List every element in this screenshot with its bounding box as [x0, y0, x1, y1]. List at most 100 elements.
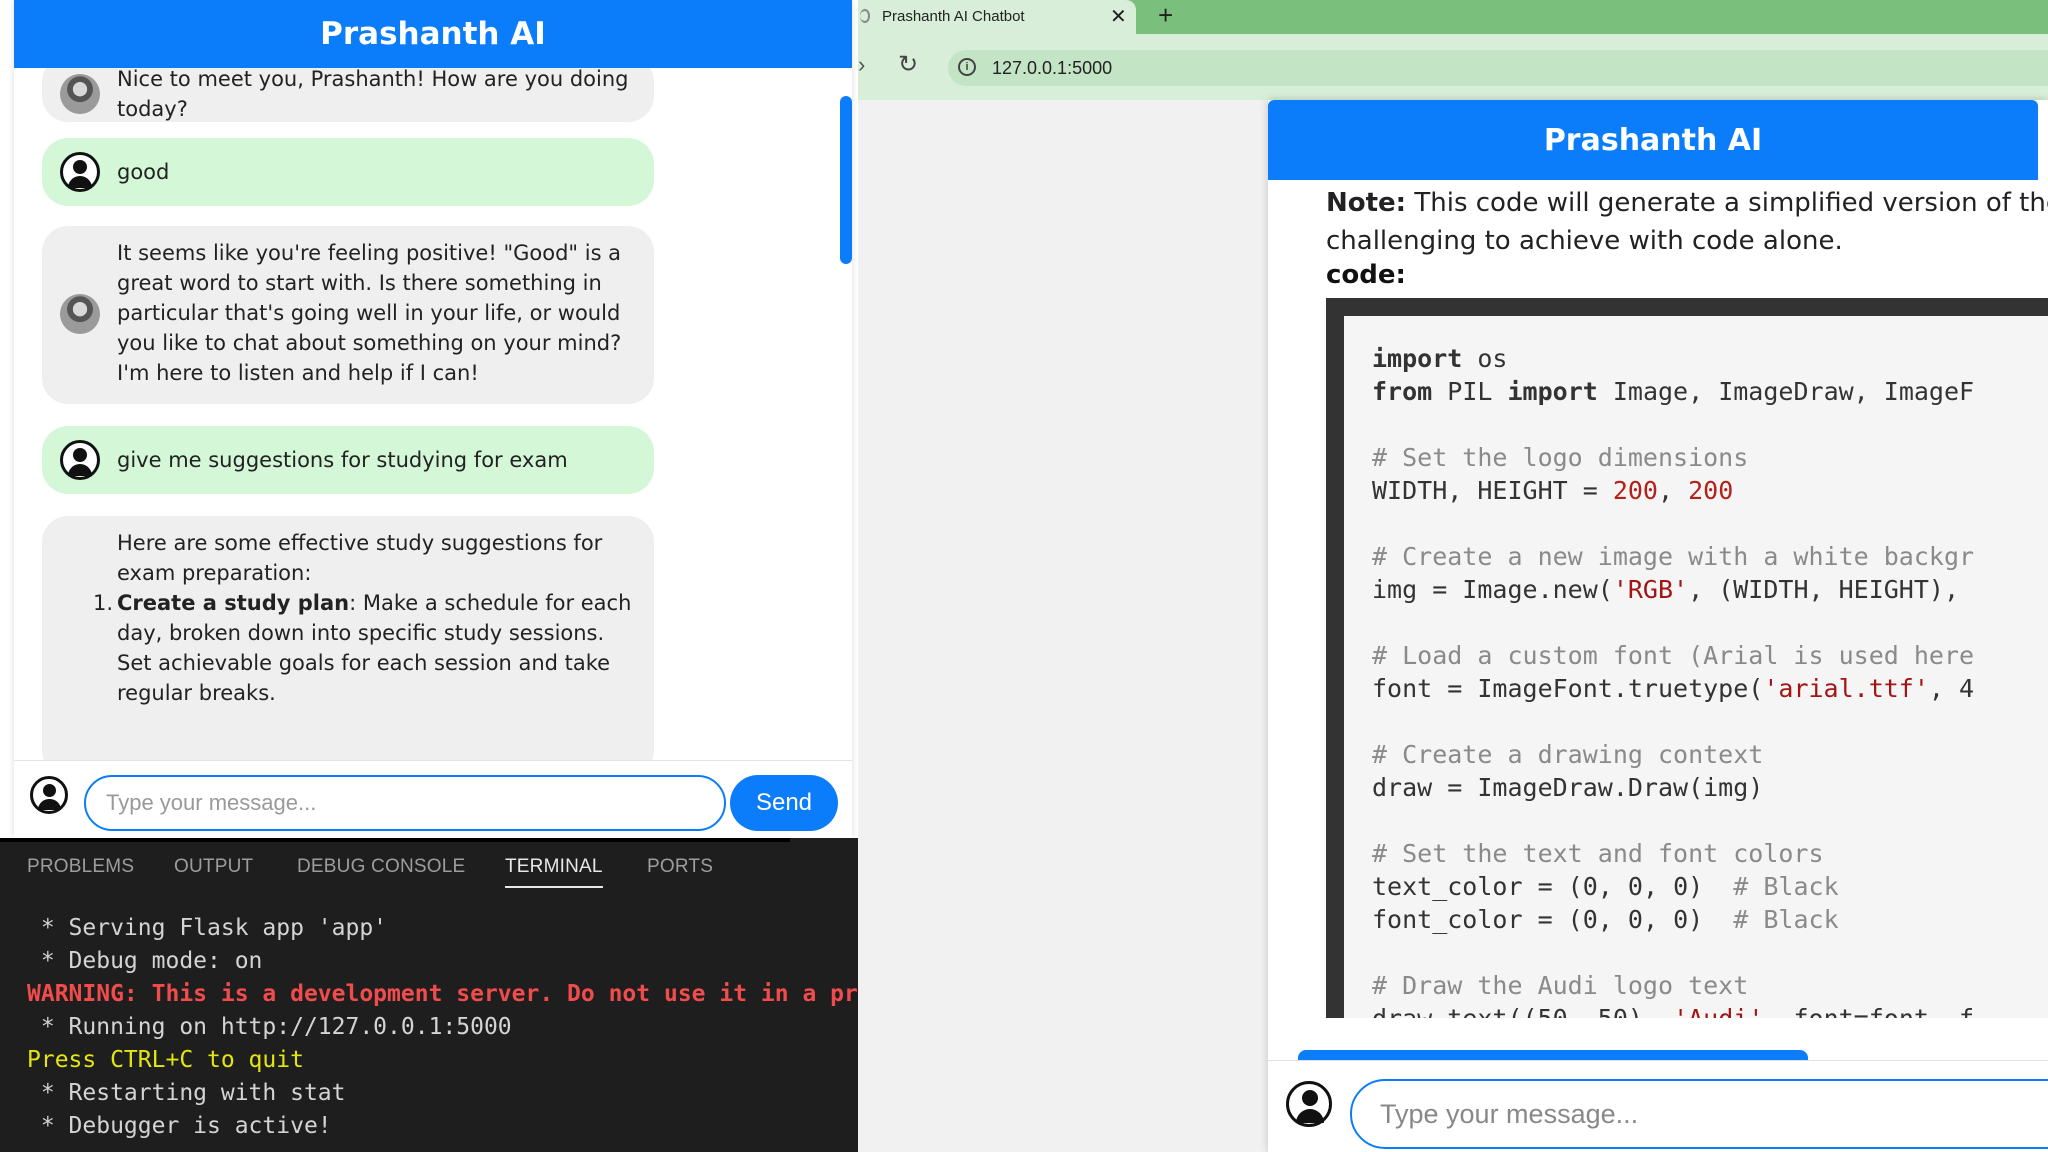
user-avatar-icon: [60, 152, 100, 192]
tab-title: Prashanth AI Chatbot: [882, 8, 1025, 25]
code-token: , font=font, f: [1763, 1004, 1974, 1018]
browser-tab[interactable]: Prashanth AI Chatbot ✕: [858, 0, 1136, 34]
code-token: font_color = (: [1372, 905, 1583, 934]
list-item: 1. Create a study plan: Make a schedule …: [93, 588, 636, 708]
code-token: # Set the logo dimensions: [1372, 443, 1749, 472]
note-line-1: This code will generate a simplified ver…: [1406, 188, 2048, 218]
code-token: WIDTH, HEIGHT =: [1372, 476, 1613, 505]
send-button[interactable]: Send: [730, 775, 838, 831]
code-token: text_color = (: [1372, 872, 1583, 901]
user-avatar-icon: [30, 776, 68, 814]
code-token: ,: [1597, 905, 1628, 934]
code-token: # Create a new image with a white backgr: [1372, 542, 1975, 571]
code-lines: import os from PIL import Image, ImageDra…: [1372, 342, 1974, 1018]
back-arrow-icon[interactable]: ›: [858, 52, 865, 78]
tab-terminal[interactable]: TERMINAL: [505, 856, 603, 888]
code-token: draw = ImageDraw.Draw(img): [1372, 773, 1764, 802]
info-icon[interactable]: i: [958, 58, 976, 76]
code-token: ,: [1568, 1004, 1598, 1018]
note-label: Note:: [1326, 188, 1407, 218]
code-label: code:: [1326, 260, 1406, 290]
code-token: PIL: [1432, 377, 1508, 406]
message-text: give me suggestions for studying for exa…: [117, 448, 568, 472]
message-list[interactable]: Nice to meet you, Prashanth! How are you…: [14, 68, 852, 760]
page-content: Prashanth AI Note: This code will genera…: [858, 100, 2048, 1152]
plus-icon[interactable]: +: [1158, 0, 1173, 31]
code-token: # Set the text and font colors: [1372, 839, 1824, 868]
code-token: from: [1372, 377, 1433, 406]
code-line: text_color = (0, 0, 0) # Black: [1372, 870, 1974, 903]
url-field[interactable]: i 127.0.0.1:5000: [948, 50, 2048, 86]
code-token: # Create a drawing context: [1372, 740, 1764, 769]
message-text: Nice to meet you, Prashanth! How are you…: [117, 68, 629, 121]
code-line: # Draw the Audi logo text: [1372, 969, 1974, 1002]
code-line: font_color = (0, 0, 0) # Black: [1372, 903, 1974, 936]
address-bar: › ↻ i 127.0.0.1:5000: [858, 34, 2048, 100]
code-token: 'RGB': [1612, 575, 1689, 604]
code-token: 0: [1673, 905, 1689, 934]
code-line: # Set the text and font colors: [1372, 837, 1974, 870]
code-token: ,: [1642, 905, 1674, 934]
code-token: , (WIDTH, HEIGHT),: [1688, 575, 1975, 604]
message-text: It seems like you're feeling positive! "…: [117, 241, 622, 385]
code-line: # Create a new image with a white backgr: [1372, 540, 1974, 573]
code-block[interactable]: import os from PIL import Image, ImageDra…: [1326, 298, 2048, 1018]
bot-avatar-icon: [60, 294, 100, 334]
code-token: # Black: [1733, 872, 1839, 901]
code-line: draw.text((50, 50), 'Audi', font=font, f: [1372, 1002, 1974, 1018]
panel-message-input[interactable]: [1350, 1079, 2048, 1149]
tab-output[interactable]: OUTPUT: [174, 856, 253, 878]
message-text: good: [117, 160, 170, 184]
code-token: # Black: [1733, 905, 1839, 934]
message-text: Here are some effective study suggestion…: [93, 528, 636, 708]
code-token: 50: [1538, 1004, 1568, 1018]
tab-ports[interactable]: PORTS: [647, 856, 713, 878]
code-token: 0: [1673, 872, 1689, 901]
close-icon[interactable]: ✕: [1110, 4, 1127, 29]
message-intro: Here are some effective study suggestion…: [117, 531, 603, 585]
code-token: 0: [1582, 905, 1598, 934]
note-line-2: challenging to achieve with code alone.: [1326, 226, 1843, 256]
code-token: import: [1372, 344, 1463, 373]
panel-input-bar: [1268, 1060, 2048, 1152]
code-token: 50: [1598, 1004, 1628, 1018]
code-token: , 4: [1928, 674, 1975, 703]
favicon-icon: [860, 9, 870, 23]
code-token: 'arial.ttf': [1763, 674, 1929, 703]
user-avatar-icon: [1286, 1081, 1332, 1127]
code-line: draw = ImageDraw.Draw(img): [1372, 771, 1974, 804]
code-token: Image, ImageDraw, ImageF: [1597, 377, 1975, 406]
code-token: 0: [1582, 872, 1598, 901]
bot-message: Here are some effective study suggestion…: [42, 516, 654, 760]
chatbot-panel: Prashanth AI Note: This code will genera…: [1268, 100, 2048, 1152]
list-item-title: Create a study plan: [117, 591, 350, 615]
chat-input-bar: Send: [14, 760, 852, 838]
code-token: font = ImageFont.truetype(: [1372, 674, 1764, 703]
panel-messages[interactable]: Note: This code will generate a simplifi…: [1268, 180, 2048, 1060]
reload-icon[interactable]: ↻: [898, 50, 918, 79]
code-line: from PIL import Image, ImageDraw, ImageF: [1372, 375, 1974, 408]
code-line: font = ImageFont.truetype('arial.ttf', 4: [1372, 672, 1974, 705]
url-text: 127.0.0.1:5000: [992, 58, 1113, 78]
tab-problems[interactable]: PROBLEMS: [27, 856, 134, 878]
code-token: ,: [1597, 872, 1628, 901]
left-chat-window: Prashanth AI Nice to meet you, Prashanth…: [14, 0, 852, 838]
message-scrollbar[interactable]: [840, 96, 852, 264]
code-token: # Draw the Audi logo text: [1372, 971, 1749, 1000]
bot-message: It seems like you're feeling positive! "…: [42, 226, 654, 404]
panel-title: Prashanth AI: [1268, 100, 2038, 180]
bot-avatar-icon: [60, 74, 100, 114]
bot-message: Nice to meet you, Prashanth! How are you…: [42, 68, 654, 122]
browser-window: Prashanth AI Chatbot ✕ + › ↻ i 127.0.0.1…: [858, 0, 2048, 1152]
code-line: # Set the logo dimensions: [1372, 441, 1974, 474]
note-text: Note: This code will generate a simplifi…: [1326, 184, 2048, 260]
message-input[interactable]: [84, 775, 726, 831]
code-token: import: [1507, 377, 1598, 406]
tab-debug-console[interactable]: DEBUG CONSOLE: [297, 856, 465, 878]
code-line: # Load a custom font (Arial is used here: [1372, 639, 1974, 672]
code-line: import os: [1372, 342, 1974, 375]
